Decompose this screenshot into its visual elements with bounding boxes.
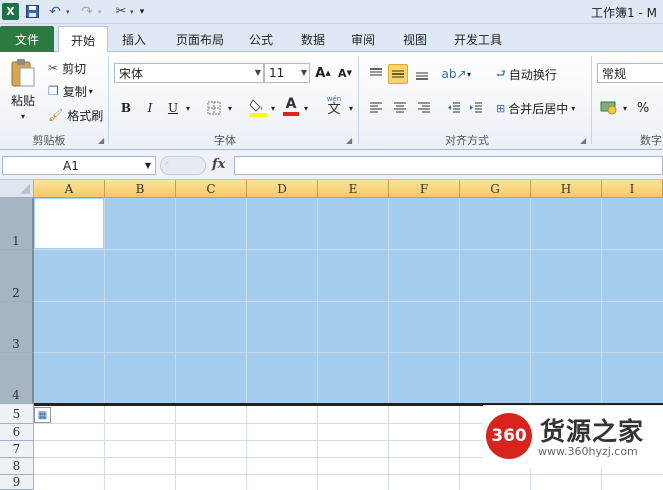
row-header-6[interactable]: 6 (0, 424, 34, 441)
paste-options-icon[interactable]: ▦ (34, 407, 51, 423)
column-header-i[interactable]: I (602, 180, 663, 198)
row-header-1[interactable]: 1 (0, 198, 34, 250)
row-header-9[interactable]: 9 (0, 475, 34, 490)
column-header-h[interactable]: H (531, 180, 602, 198)
row-header-8[interactable]: 8 (0, 458, 34, 475)
column-header-e[interactable]: E (318, 180, 389, 198)
watermark-logo: 360 (486, 413, 532, 459)
select-all-corner[interactable] (0, 180, 34, 198)
row-header-5[interactable]: 5 (0, 404, 34, 424)
column-header-d[interactable]: D (247, 180, 318, 198)
column-header-f[interactable]: F (389, 180, 460, 198)
column-header-a[interactable]: A (34, 180, 105, 198)
watermark-url: www.360hyzj.com (538, 445, 638, 458)
row-header-4[interactable]: 4 (0, 353, 34, 404)
column-header-b[interactable]: B (105, 180, 176, 198)
column-header-g[interactable]: G (460, 180, 531, 198)
watermark-name: 货源之家 (540, 417, 645, 446)
row-header-3[interactable]: 3 (0, 302, 34, 353)
row-header-7[interactable]: 7 (0, 441, 34, 458)
column-header-c[interactable]: C (176, 180, 247, 198)
row-header-2[interactable]: 2 (0, 250, 34, 302)
